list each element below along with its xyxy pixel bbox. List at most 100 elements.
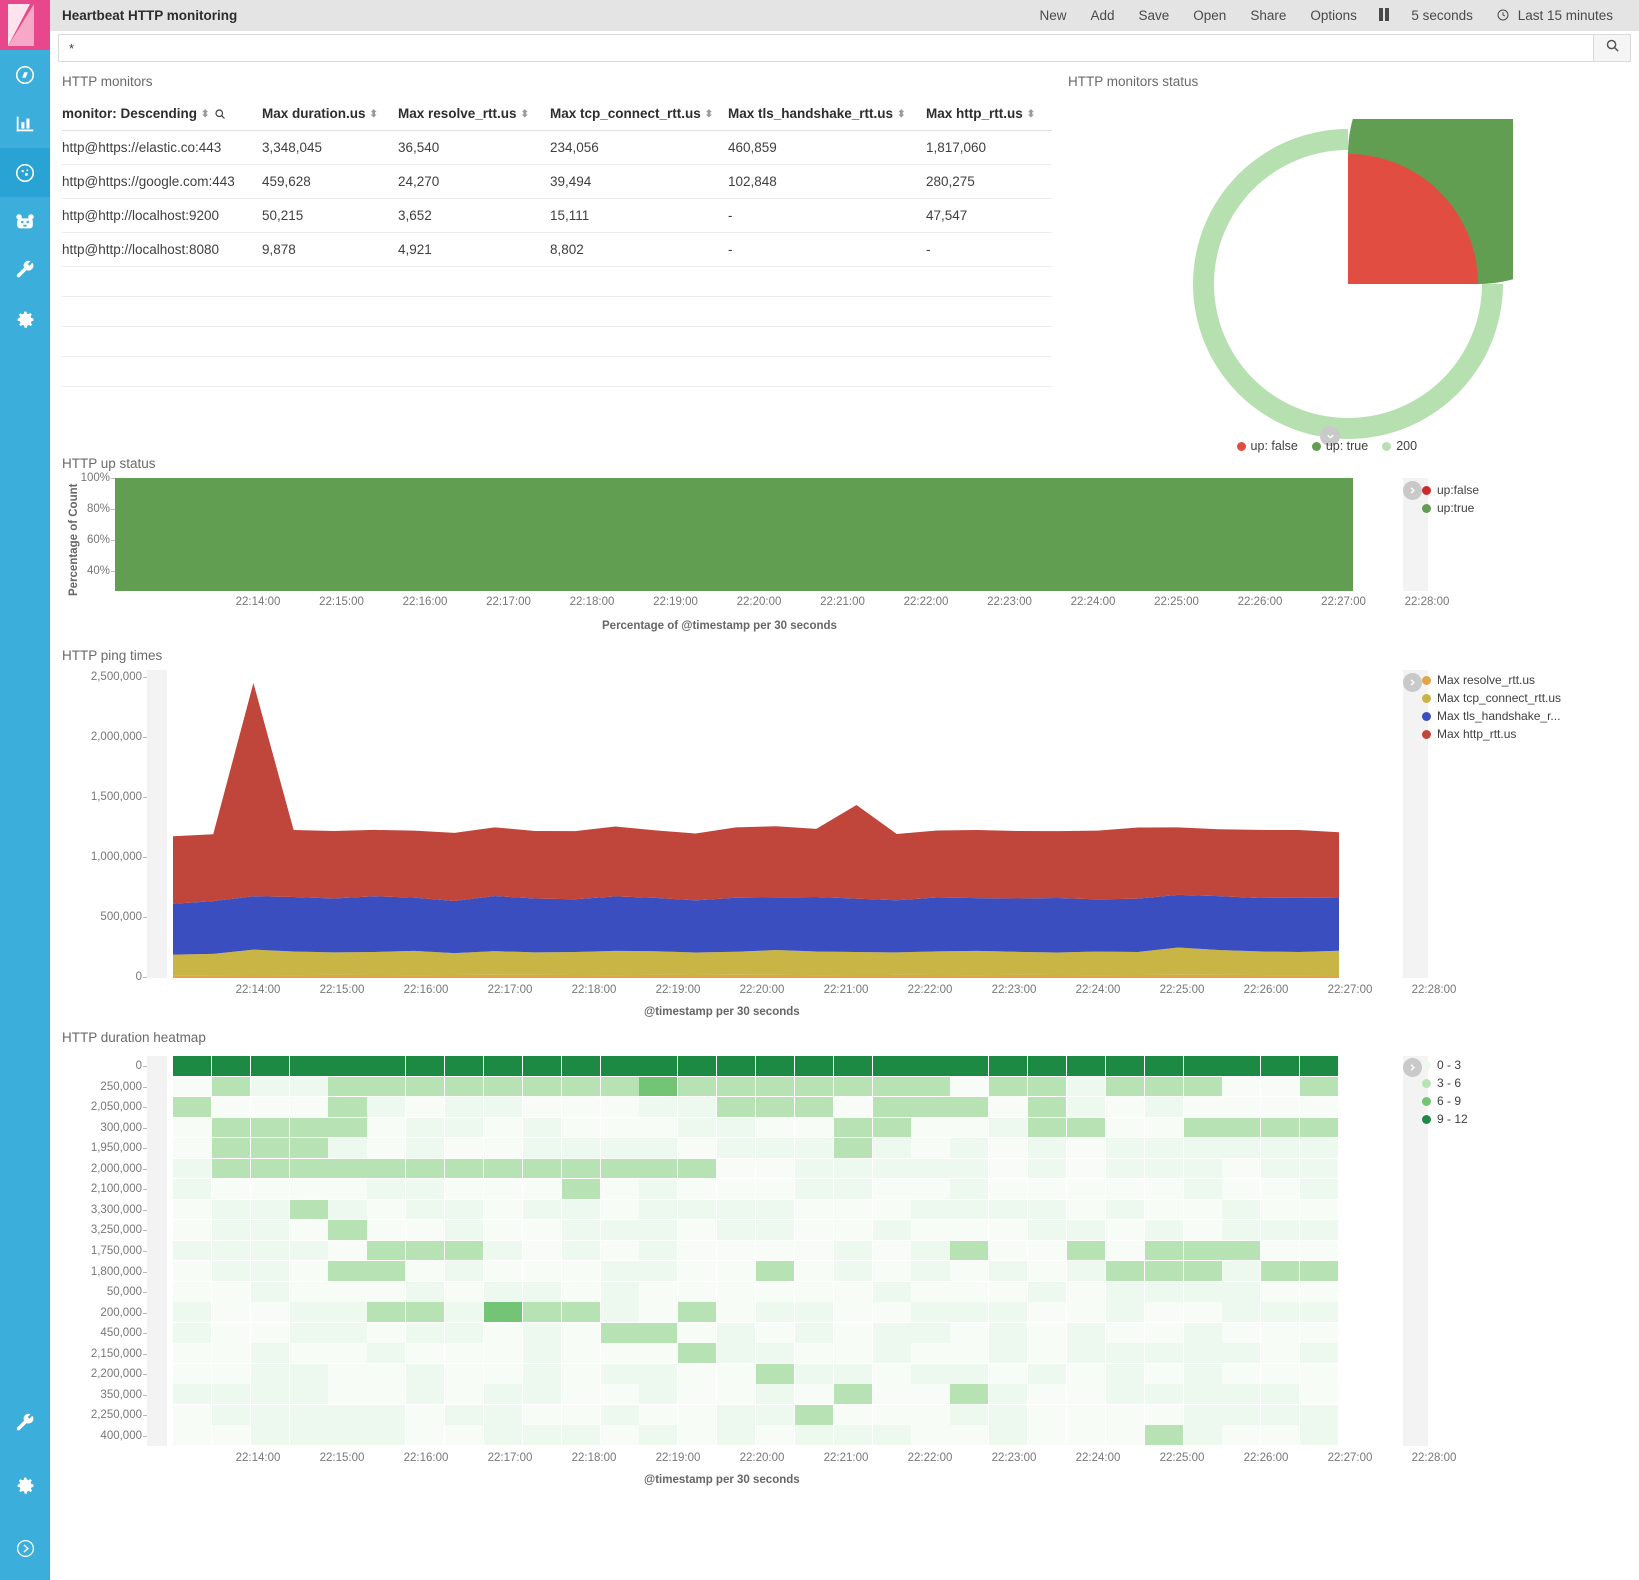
heatmap-cell[interactable]	[989, 1384, 1027, 1404]
heatmap-cell[interactable]	[1106, 1159, 1144, 1179]
heatmap-cell[interactable]	[484, 1200, 522, 1220]
heatmap-cell[interactable]	[173, 1384, 211, 1404]
heatmap-cell[interactable]	[562, 1138, 600, 1158]
heatmap-cell[interactable]	[562, 1200, 600, 1220]
heatmap-cell[interactable]	[950, 1261, 988, 1281]
heatmap-cell[interactable]	[406, 1384, 444, 1404]
ping-times-legend-toggle[interactable]	[1403, 673, 1422, 692]
heatmap-cell[interactable]	[873, 1364, 911, 1384]
heatmap-cell[interactable]	[989, 1343, 1027, 1363]
heatmap-cell[interactable]	[367, 1261, 405, 1281]
heatmap-cell[interactable]	[1145, 1097, 1183, 1117]
heatmap-cell[interactable]	[1184, 1220, 1222, 1240]
heatmap-cell[interactable]	[911, 1077, 949, 1097]
heatmap-cell[interactable]	[173, 1241, 211, 1261]
heatmap-cell[interactable]	[950, 1405, 988, 1425]
heatmap-cell[interactable]	[1067, 1241, 1105, 1261]
heatmap-cell[interactable]	[834, 1200, 872, 1220]
search-input[interactable]	[58, 34, 1593, 62]
heatmap-cell[interactable]	[911, 1282, 949, 1302]
heatmap-cell[interactable]	[251, 1056, 289, 1076]
heatmap-cell[interactable]	[251, 1343, 289, 1363]
heatmap-cell[interactable]	[601, 1077, 639, 1097]
heatmap-cell[interactable]	[601, 1261, 639, 1281]
heatmap-cell[interactable]	[290, 1364, 328, 1384]
heatmap-cell[interactable]	[678, 1200, 716, 1220]
heatmap-cell[interactable]	[212, 1261, 250, 1281]
heatmap-cell[interactable]	[834, 1343, 872, 1363]
heatmap-cell[interactable]	[562, 1261, 600, 1281]
heatmap-cell[interactable]	[328, 1220, 366, 1240]
sidebar-item-management[interactable]	[0, 295, 50, 344]
heatmap-cell[interactable]	[1222, 1179, 1260, 1199]
heatmap-cell[interactable]	[911, 1343, 949, 1363]
heatmap-cell[interactable]	[484, 1425, 522, 1445]
heatmap-cell[interactable]	[562, 1241, 600, 1261]
heatmap-cell[interactable]	[523, 1077, 561, 1097]
heatmap-cell[interactable]	[639, 1138, 677, 1158]
heatmap-cell[interactable]	[212, 1241, 250, 1261]
heatmap-cell[interactable]	[1145, 1118, 1183, 1138]
heatmap-cell[interactable]	[290, 1405, 328, 1425]
heatmap-cell[interactable]	[873, 1425, 911, 1445]
heatmap-cell[interactable]	[173, 1097, 211, 1117]
heatmap-cell[interactable]	[601, 1425, 639, 1445]
heatmap-cell[interactable]	[290, 1200, 328, 1220]
heatmap-cell[interactable]	[1028, 1241, 1066, 1261]
heatmap-cell[interactable]	[795, 1364, 833, 1384]
heatmap-cell[interactable]	[562, 1323, 600, 1343]
filter-search-icon[interactable]	[214, 106, 226, 121]
heatmap-cell[interactable]	[1028, 1384, 1066, 1404]
heatmap-cell[interactable]	[1106, 1200, 1144, 1220]
heatmap-cell[interactable]	[873, 1282, 911, 1302]
sort-icon[interactable]: ⬍	[897, 110, 905, 120]
heatmap-cell[interactable]	[328, 1159, 366, 1179]
heatmap-cell[interactable]	[1145, 1200, 1183, 1220]
heatmap-cell[interactable]	[1106, 1179, 1144, 1199]
heatmap-cell[interactable]	[717, 1179, 755, 1199]
heatmap-cell[interactable]	[756, 1138, 794, 1158]
heatmap-cell[interactable]	[1300, 1138, 1338, 1158]
heatmap-cell[interactable]	[212, 1343, 250, 1363]
heatmap-cell[interactable]	[1184, 1241, 1222, 1261]
heatmap-cell[interactable]	[795, 1425, 833, 1445]
heatmap-cell[interactable]	[601, 1056, 639, 1076]
heatmap-cell[interactable]	[173, 1282, 211, 1302]
heatmap-cell[interactable]	[562, 1179, 600, 1199]
heatmap-cell[interactable]	[989, 1179, 1027, 1199]
heatmap-cell[interactable]	[1067, 1200, 1105, 1220]
heatmap-cell[interactable]	[367, 1056, 405, 1076]
heatmap-cell[interactable]	[406, 1425, 444, 1445]
heatmap-cell[interactable]	[678, 1364, 716, 1384]
heatmap-cell[interactable]	[251, 1138, 289, 1158]
heatmap-cell[interactable]	[1067, 1220, 1105, 1240]
heatmap-cell[interactable]	[484, 1405, 522, 1425]
heatmap-cell[interactable]	[1261, 1056, 1299, 1076]
heatmap-cell[interactable]	[1184, 1364, 1222, 1384]
heatmap-cell[interactable]	[950, 1200, 988, 1220]
heatmap-cell[interactable]	[795, 1118, 833, 1138]
heatmap-cell[interactable]	[328, 1138, 366, 1158]
heatmap-cell[interactable]	[1300, 1364, 1338, 1384]
heatmap-cell[interactable]	[212, 1118, 250, 1138]
sidebar-item-discover[interactable]	[0, 50, 50, 99]
heatmap-cell[interactable]	[367, 1097, 405, 1117]
heatmap-cell[interactable]	[911, 1425, 949, 1445]
heatmap-plot-area[interactable]	[147, 1056, 1403, 1446]
heatmap-cell[interactable]	[173, 1138, 211, 1158]
heatmap-cell[interactable]	[1222, 1138, 1260, 1158]
heatmap-cell[interactable]	[445, 1241, 483, 1261]
heatmap-cell[interactable]	[212, 1056, 250, 1076]
heatmap-cell[interactable]	[950, 1425, 988, 1445]
legend-item-max-http-rtt[interactable]: Max http_rtt.us	[1422, 725, 1561, 743]
heatmap-cell[interactable]	[989, 1138, 1027, 1158]
heatmap-cell[interactable]	[834, 1364, 872, 1384]
heatmap-cell[interactable]	[212, 1323, 250, 1343]
heatmap-cell[interactable]	[562, 1343, 600, 1363]
heatmap-cell[interactable]	[523, 1056, 561, 1076]
heatmap-cell[interactable]	[251, 1097, 289, 1117]
legend-item-max-resolve-rtt[interactable]: Max resolve_rtt.us	[1422, 671, 1561, 689]
heatmap-cell[interactable]	[523, 1425, 561, 1445]
sort-icon[interactable]: ⬍	[201, 110, 209, 120]
heatmap-cell[interactable]	[911, 1118, 949, 1138]
